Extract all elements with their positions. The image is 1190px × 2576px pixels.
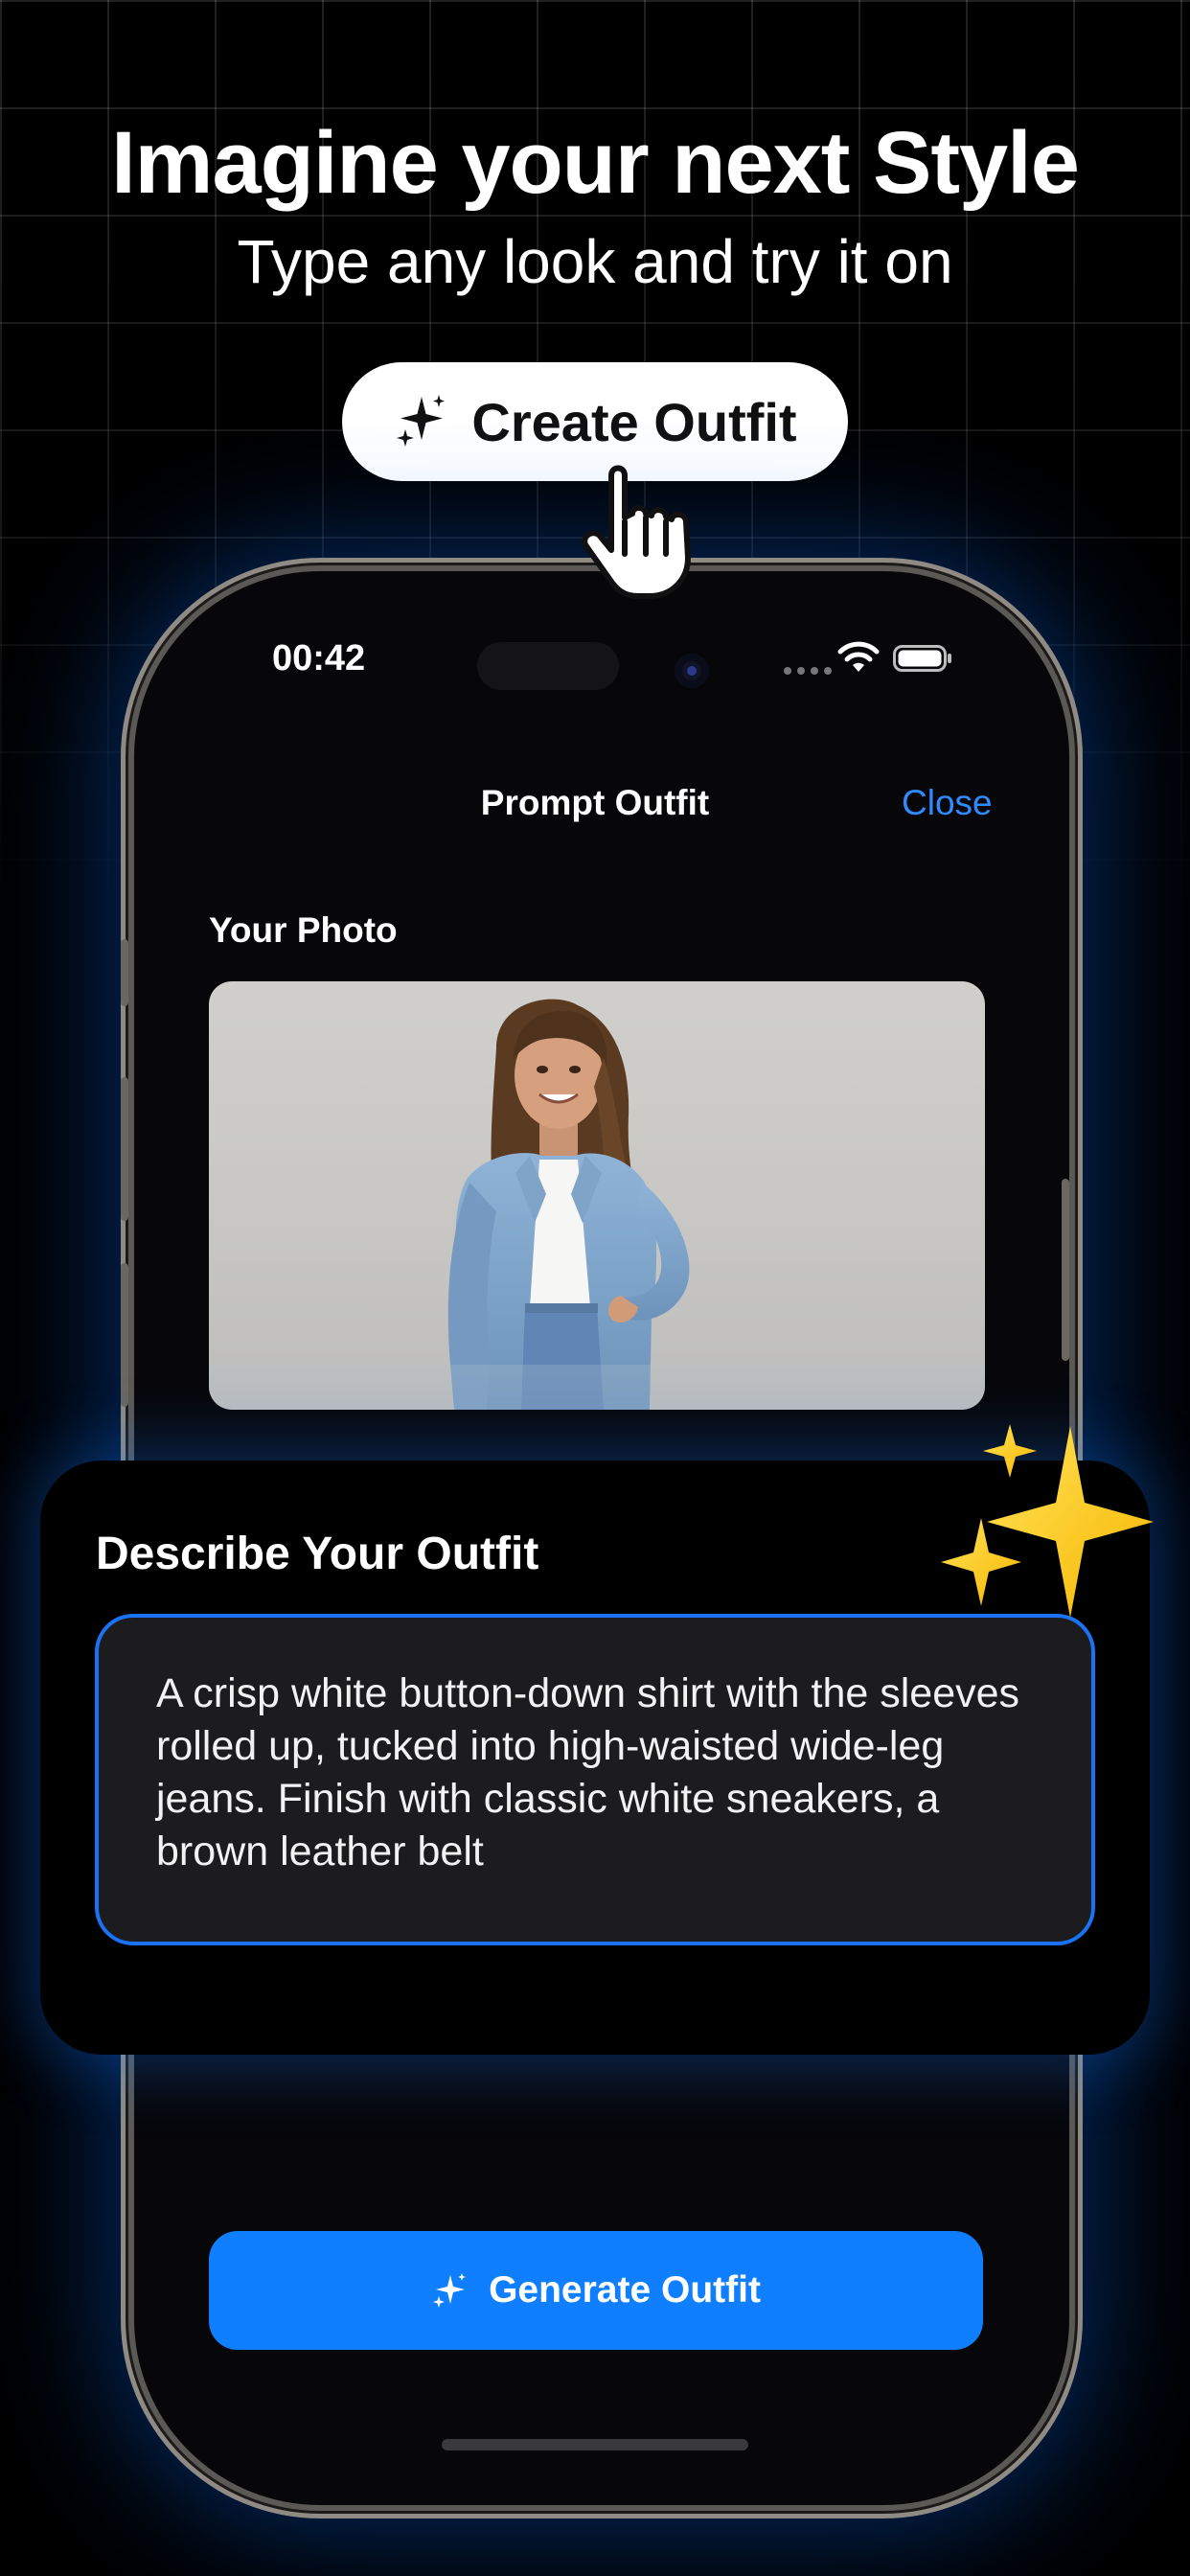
outfit-prompt-text: A crisp white button-down shirt with the… bbox=[156, 1670, 1020, 1874]
hand-cursor-icon bbox=[582, 465, 691, 599]
status-time: 00:42 bbox=[272, 638, 366, 678]
close-button[interactable]: Close bbox=[902, 783, 993, 823]
phone-power-button bbox=[1062, 1179, 1069, 1361]
sparkles-icon bbox=[941, 1424, 1154, 1618]
person-photo-illustration bbox=[209, 999, 985, 1410]
phone-volume-up-button bbox=[121, 1077, 128, 1221]
signal-dots-icon bbox=[784, 667, 832, 675]
outfit-prompt-input[interactable]: A crisp white button-down shirt with the… bbox=[95, 1614, 1095, 1945]
describe-outfit-title: Describe Your Outfit bbox=[96, 1529, 539, 1579]
create-outfit-label: Create Outfit bbox=[471, 391, 797, 452]
generate-outfit-label: Generate Outfit bbox=[489, 2269, 761, 2311]
sparkle-icon bbox=[433, 2273, 467, 2308]
your-photo-label: Your Photo bbox=[209, 910, 398, 950]
phone-volume-down-button bbox=[121, 1263, 128, 1407]
sparkle-icon bbox=[397, 395, 446, 447]
user-photo[interactable] bbox=[209, 981, 985, 1410]
camera-icon bbox=[675, 654, 709, 688]
nav-title: Prompt Outfit bbox=[480, 783, 710, 822]
dynamic-island bbox=[477, 642, 619, 690]
battery-icon bbox=[893, 645, 951, 672]
generate-outfit-button[interactable]: Generate Outfit bbox=[209, 2231, 983, 2350]
phone-action-button bbox=[121, 939, 128, 1006]
promo-headline: Imagine your next Style bbox=[111, 114, 1080, 212]
wifi-icon bbox=[837, 641, 880, 672]
home-indicator[interactable] bbox=[442, 2439, 748, 2450]
promo-subline: Type any look and try it on bbox=[237, 227, 953, 296]
